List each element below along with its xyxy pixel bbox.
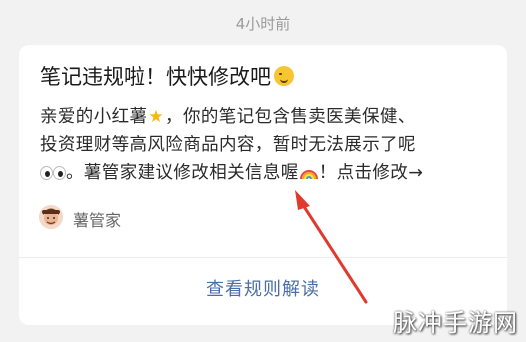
- notice-body-text-1b: ，你的笔记包含售卖医美保健、: [165, 107, 416, 127]
- author-name: 薯管家: [73, 211, 122, 230]
- notice-body-line-1: 亲爱的小红薯★，你的笔记包含售卖医美保健、: [40, 103, 500, 131]
- view-rules-link[interactable]: 查看规则解读: [19, 275, 507, 301]
- violation-notice-card[interactable]: 笔记违规啦！快快修改吧 亲爱的小红薯★，你的笔记包含售卖医美保健、 投资理财等高…: [19, 45, 507, 325]
- winking-face-icon: [274, 66, 294, 86]
- rainbow-icon: [299, 170, 318, 180]
- notice-body-text-1a: 亲爱的小红薯: [40, 107, 148, 127]
- divider: [19, 257, 507, 258]
- notice-title-text: 笔记违规啦！快快修改吧: [40, 65, 271, 89]
- star-icon: ★: [148, 107, 165, 127]
- notice-body-line-3: 。薯管家建议修改相关信息喔 ！点击修改→: [40, 159, 500, 187]
- butler-avatar-icon: [39, 205, 63, 229]
- avatar: [39, 205, 63, 229]
- notice-body-line-2: 投资理财等高风险商品内容，暂时无法展示了呢: [40, 135, 416, 155]
- notice-body: 亲爱的小红薯★，你的笔记包含售卖医美保健、 投资理财等高风险商品内容，暂时无法展…: [40, 103, 500, 187]
- edit-link[interactable]: ！点击修改→: [319, 163, 424, 183]
- notice-title: 笔记违规啦！快快修改吧: [40, 61, 294, 91]
- watermark: 脉冲手游网: [393, 309, 518, 337]
- notice-body-text-3a: 。薯管家建议修改相关信息喔: [66, 163, 299, 183]
- message-timestamp: 4小时前: [235, 15, 291, 33]
- eyes-icon: [40, 165, 66, 180]
